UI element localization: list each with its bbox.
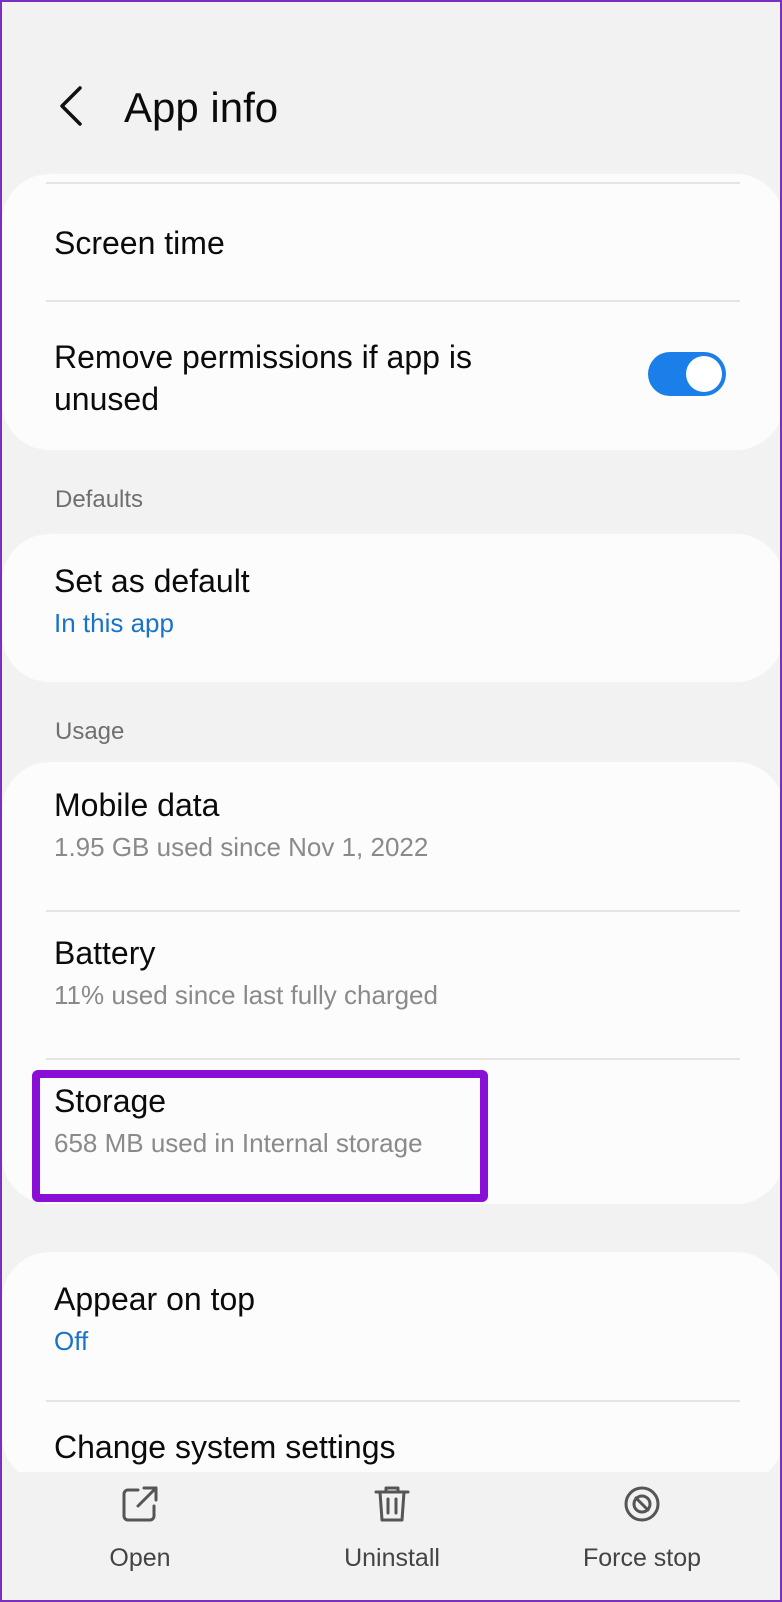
settings-card-advanced: Appear on top Off Change system settings — [2, 1252, 780, 1484]
storage-value: 658 MB used in Internal storage — [54, 1128, 423, 1158]
app-info-screen: App info Screen time Remove permissions … — [0, 0, 782, 1602]
divider — [46, 300, 740, 302]
page-title: App info — [124, 84, 279, 131]
set-as-default-row[interactable]: Set as default In this app — [54, 560, 732, 640]
uninstall-label: Uninstall — [344, 1544, 440, 1572]
settings-card-defaults: Set as default In this app — [2, 534, 780, 682]
section-label-usage: Usage — [55, 718, 125, 745]
section-label-defaults: Defaults — [55, 486, 144, 513]
screen-time-label: Screen time — [54, 225, 225, 261]
force-stop-button[interactable]: Force stop — [542, 1482, 742, 1592]
open-button[interactable]: Open — [40, 1482, 240, 1592]
settings-card-usage: Mobile data 1.95 GB used since Nov 1, 20… — [2, 762, 780, 1204]
divider — [46, 1058, 740, 1060]
mobile-data-row[interactable]: Mobile data 1.95 GB used since Nov 1, 20… — [54, 784, 732, 864]
open-label: Open — [109, 1544, 171, 1572]
set-as-default-label: Set as default — [54, 563, 250, 599]
header: App info — [2, 62, 780, 152]
remove-permissions-row[interactable]: Remove permissions if app is unused — [54, 336, 604, 420]
uninstall-button[interactable]: Uninstall — [292, 1482, 492, 1592]
storage-row[interactable]: Storage 658 MB used in Internal storage — [54, 1080, 732, 1160]
battery-row[interactable]: Battery 11% used since last fully charge… — [54, 932, 732, 1012]
divider — [46, 1400, 740, 1402]
screen-time-row[interactable]: Screen time — [54, 222, 732, 264]
divider — [46, 182, 740, 184]
bottom-action-bar: Open Uninstall Force stop — [2, 1472, 780, 1600]
battery-label: Battery — [54, 935, 156, 971]
force-stop-label: Force stop — [582, 1544, 702, 1572]
mobile-data-value: 1.95 GB used since Nov 1, 2022 — [54, 832, 429, 862]
appear-on-top-value: Off — [54, 1326, 89, 1356]
trash-icon — [374, 1486, 410, 1522]
battery-value: 11% used since last fully charged — [54, 980, 438, 1010]
remove-permissions-toggle[interactable] — [648, 352, 726, 396]
back-button[interactable] — [50, 80, 90, 132]
block-icon — [624, 1486, 660, 1522]
settings-card-general: Screen time Remove permissions if app is… — [2, 174, 780, 450]
mobile-data-label: Mobile data — [54, 787, 220, 823]
remove-permissions-label-line2: unused — [54, 381, 159, 417]
change-system-settings-row[interactable]: Change system settings — [54, 1426, 732, 1468]
appear-on-top-row[interactable]: Appear on top Off — [54, 1278, 732, 1358]
toggle-knob — [686, 356, 722, 392]
divider — [46, 910, 740, 912]
remove-permissions-label-line1: Remove permissions if app is — [54, 339, 472, 375]
storage-label: Storage — [54, 1083, 167, 1119]
set-as-default-value: In this app — [54, 608, 174, 638]
change-system-settings-label: Change system settings — [54, 1429, 396, 1465]
open-external-icon — [122, 1486, 158, 1522]
chevron-left-icon — [60, 86, 82, 126]
appear-on-top-label: Appear on top — [54, 1281, 256, 1317]
